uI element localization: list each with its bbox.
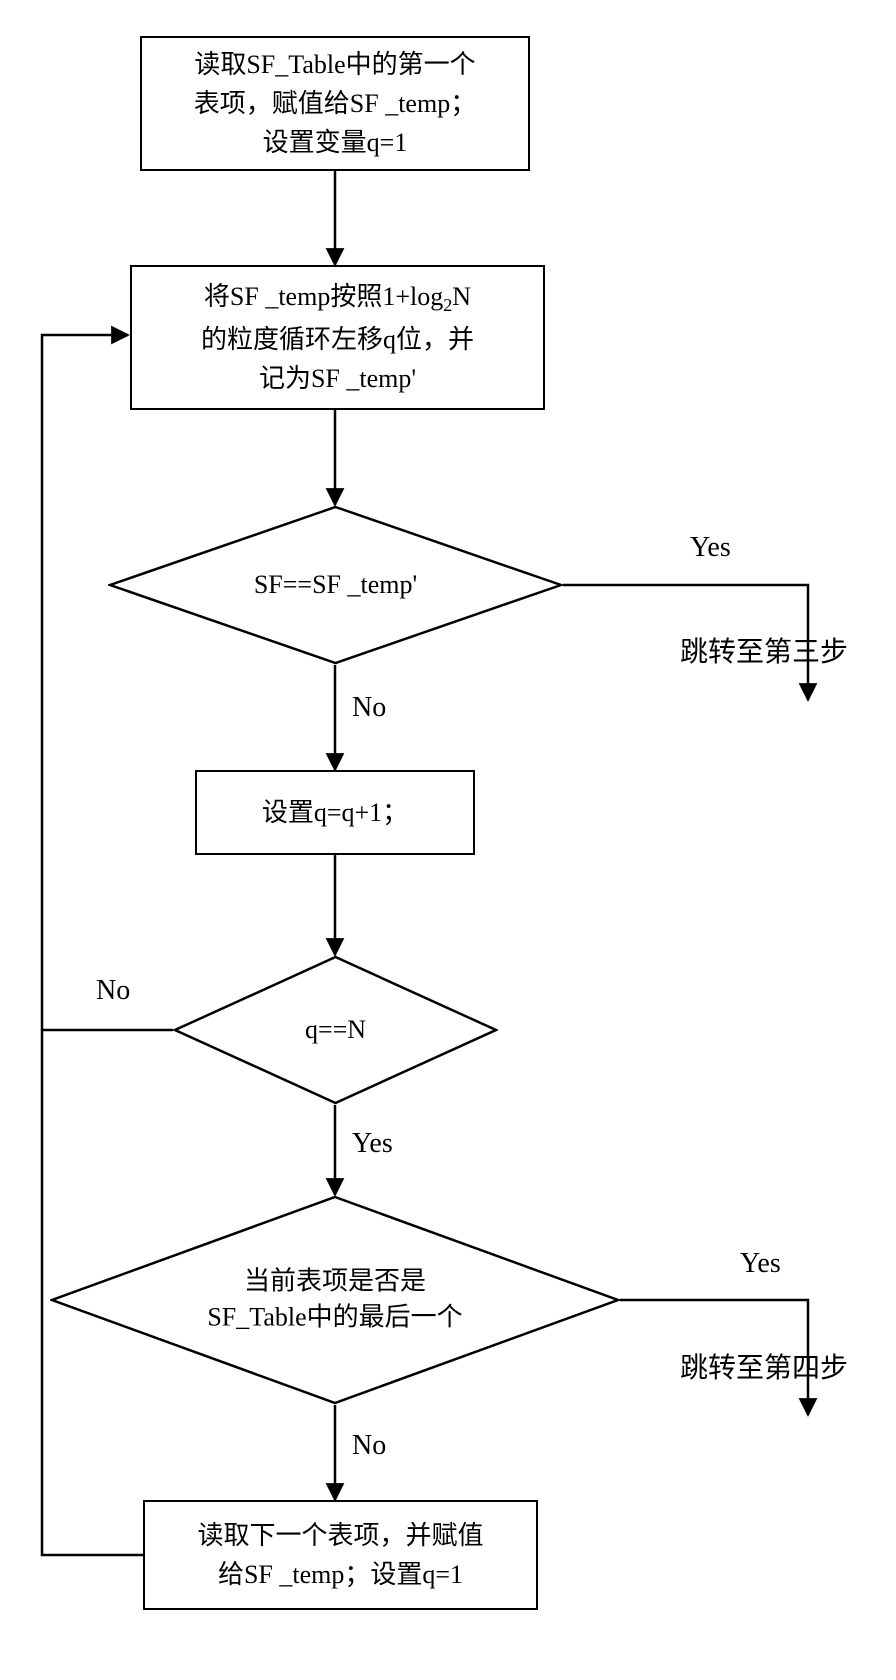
n2-l3: 记为SF _temp' (259, 364, 416, 393)
n2-l2: 的粒度循环左移q位，并 (201, 325, 474, 354)
decision-q-equals-n: q==N (173, 955, 498, 1105)
process-increment-q: 设置q=q+1； (195, 770, 475, 855)
d2-text: q==N (305, 1012, 366, 1048)
n1-l2: 表项，赋值给SF _temp； (194, 89, 476, 118)
d3-yes-target: 跳转至第四步 (680, 1346, 848, 1386)
n1-l3: 设置变量q=1 (263, 128, 408, 157)
process-read-next-entry: 读取下一个表项，并赋值 给SF _temp；设置q=1 (143, 1500, 538, 1610)
d3-yes-label: Yes (740, 1248, 781, 1280)
d1-no-label: No (352, 692, 386, 724)
d3-l2: SF_Table中的最后一个 (207, 1303, 462, 1332)
d1-yes-label: Yes (690, 532, 731, 564)
d1-yes-target: 跳转至第三步 (680, 630, 848, 670)
d2-yes-label: Yes (352, 1128, 393, 1160)
n4-l1: 读取下一个表项，并赋值 (197, 1521, 483, 1550)
process-cyclic-shift: 将SF _temp按照1+log2N 的粒度循环左移q位，并 记为SF _tem… (130, 265, 545, 410)
process-read-first-entry: 读取SF_Table中的第一个 表项，赋值给SF _temp； 设置变量q=1 (140, 36, 530, 171)
d3-no-label: No (352, 1430, 386, 1462)
n1-l1: 读取SF_Table中的第一个 (194, 50, 475, 79)
decision-last-entry: 当前表项是否是 SF_Table中的最后一个 (50, 1195, 620, 1405)
n3-text: 设置q=q+1； (262, 793, 408, 832)
n4-l2: 给SF _temp；设置q=1 (218, 1560, 463, 1589)
d2-no-label: No (96, 975, 130, 1007)
d1-text: SF==SF _temp' (254, 567, 417, 603)
decision-sf-equals: SF==SF _temp' (108, 505, 563, 665)
n2-tail: N (452, 282, 471, 311)
n2-l1: 将SF _temp按照1+log (204, 282, 443, 311)
n2-sub: 2 (443, 295, 452, 315)
d3-l1: 当前表项是否是 (244, 1267, 426, 1296)
